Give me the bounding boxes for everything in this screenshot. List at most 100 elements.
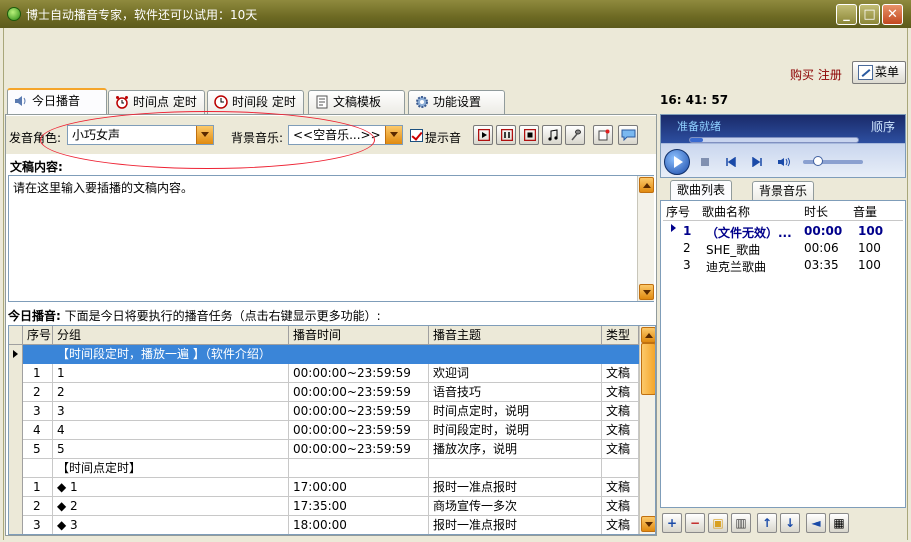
music-button[interactable]: [542, 125, 562, 145]
progress-bar[interactable]: [689, 137, 859, 143]
schedule-grid[interactable]: 序号 分组 播音时间 播音主题 类型 【时间段定时，播放一遍 】（软件介绍） 1 1…: [8, 325, 656, 535]
today-label-title: 今日播音:: [8, 309, 61, 323]
volume-icon[interactable]: [777, 157, 791, 167]
table-row[interactable]: 3 3 00:00:00~23:59:59 时间点定时，说明 文稿: [9, 402, 639, 421]
display-settings-button[interactable]: ▦: [829, 513, 849, 533]
stop-icon[interactable]: [700, 157, 710, 167]
speaker-icon: [15, 96, 26, 106]
voice-select[interactable]: 小巧女声: [67, 125, 214, 145]
scroll-down-icon[interactable]: [639, 284, 654, 300]
chevron-down-icon[interactable]: [385, 126, 402, 144]
voice-label: 发音角色:: [9, 131, 62, 145]
clock-display: 16: 41: 57: [660, 93, 729, 107]
alarm-clock-icon: [116, 96, 128, 109]
song-list[interactable]: 序号 歌曲名称 时长 音量 1 （文件无效）... 00:00 100 2 SHE_歌曲 0…: [660, 200, 906, 508]
volume-knob[interactable]: [813, 156, 823, 166]
table-cell-no: 5: [23, 440, 53, 459]
table-row[interactable]: 2 2 00:00:00~23:59:59 语音技巧 文稿: [9, 383, 639, 402]
buy-register-link[interactable]: 购买 注册: [790, 66, 842, 83]
tab-time-point[interactable]: 时间点 定时: [108, 90, 205, 114]
column-header[interactable]: 播音时间: [289, 326, 429, 345]
edit-document-button[interactable]: [593, 125, 613, 145]
document-icon: [316, 95, 328, 109]
song-column-header[interactable]: 歌曲名称: [702, 203, 750, 220]
table-row[interactable]: 1 ◆ 1 17:00:00 报时一准点报时 文稿: [9, 478, 639, 497]
column-header[interactable]: 播音主题: [429, 326, 602, 345]
song-column-header[interactable]: 音量: [853, 203, 877, 220]
song-volume-button[interactable]: ◄: [806, 513, 826, 533]
prompt-label: 提示音: [425, 131, 462, 145]
table-row[interactable]: 4 4 00:00:00~23:59:59 时间段定时，说明 文稿: [9, 421, 639, 440]
current-row-icon: [13, 350, 18, 358]
column-header[interactable]: 序号: [23, 326, 53, 345]
menu-button[interactable]: 菜单: [852, 61, 906, 84]
remove-song-button[interactable]: −: [685, 513, 705, 533]
maximize-button[interactable]: □: [859, 4, 880, 25]
scroll-thumb[interactable]: [641, 343, 655, 395]
move-down-button[interactable]: ↓: [780, 513, 800, 533]
content-scrollbar[interactable]: [637, 176, 654, 301]
song-row[interactable]: 2 SHE_歌曲 00:06 100: [661, 240, 905, 257]
microphone-button[interactable]: [565, 125, 585, 145]
table-cell-topic: 欢迎词: [429, 364, 602, 383]
tab-song-list[interactable]: 歌曲列表: [670, 180, 733, 201]
add-folder-button[interactable]: ▣: [708, 513, 728, 533]
column-header[interactable]: 类型: [602, 326, 639, 345]
previous-icon[interactable]: [726, 157, 736, 167]
table-row[interactable]: 5 5 00:00:00~23:59:59 播放次序，说明 文稿: [9, 440, 639, 459]
tab-today[interactable]: 今日播音: [7, 88, 107, 115]
grid-header-indicator: [9, 326, 23, 345]
song-column-header[interactable]: 序号: [666, 203, 690, 220]
prompt-checkbox[interactable]: [410, 129, 423, 142]
edit-document-icon: [598, 129, 610, 141]
content-textarea[interactable]: 请在这里输入要插播的文稿内容。: [8, 175, 654, 302]
bgm-select[interactable]: <<空音乐...>>: [288, 125, 403, 145]
play-button[interactable]: [473, 125, 493, 145]
song-row[interactable]: 3 迪克兰歌曲 03:35 100: [661, 257, 905, 274]
scroll-down-icon[interactable]: [641, 516, 655, 532]
song-column-header[interactable]: 时长: [804, 203, 828, 220]
song-cell-duration: 03:35: [804, 258, 839, 272]
player-play-button[interactable]: [664, 149, 690, 175]
table-cell-time: 18:00:00: [289, 516, 429, 534]
arrow-up-icon: ↑: [761, 516, 773, 530]
stop-button[interactable]: [519, 125, 539, 145]
table-cell-time: [289, 459, 429, 478]
close-button[interactable]: ✕: [882, 4, 903, 25]
title-bar[interactable]: 博士自动播音专家，软件还可以试用：10天 _ □ ✕: [0, 0, 911, 28]
minimize-button[interactable]: _: [836, 4, 857, 25]
song-header-divider: [663, 220, 903, 221]
table-cell-time: 00:00:00~23:59:59: [289, 364, 429, 383]
row-indicator: [9, 497, 23, 516]
next-icon[interactable]: [752, 157, 762, 167]
table-cell-topic: 播放次序，说明: [429, 440, 602, 459]
pause-button[interactable]: [496, 125, 516, 145]
grid-scrollbar[interactable]: [639, 326, 655, 534]
row-indicator: [9, 345, 23, 364]
tab-time-range[interactable]: 时间段 定时: [207, 90, 304, 114]
menu-icon: [858, 65, 873, 80]
tab-label: 今日播音: [32, 94, 81, 108]
scroll-up-icon[interactable]: [639, 177, 654, 193]
scroll-up-icon[interactable]: [641, 327, 655, 343]
chevron-down-icon[interactable]: [196, 126, 213, 144]
tab-label: 功能设置: [433, 95, 482, 109]
tab-background-music[interactable]: 背景音乐: [752, 181, 815, 201]
song-row[interactable]: 1 （文件无效）... 00:00 100: [661, 223, 905, 240]
table-row[interactable]: 1 1 00:00:00~23:59:59 欢迎词 文稿: [9, 364, 639, 383]
column-header[interactable]: 分组: [53, 326, 289, 345]
chat-button[interactable]: [618, 125, 638, 145]
move-up-button[interactable]: ↑: [757, 513, 777, 533]
delete-button[interactable]: ▥: [731, 513, 751, 533]
table-row[interactable]: 2 ◆ 2 17:35:00 商场宣传一多次 文稿: [9, 497, 639, 516]
play-mode[interactable]: 顺序: [871, 118, 895, 135]
table-cell-topic: 商场宣传一多次: [429, 497, 602, 516]
tab-settings[interactable]: 功能设置: [408, 90, 505, 114]
volume-slider[interactable]: [803, 160, 863, 164]
add-song-button[interactable]: +: [662, 513, 682, 533]
tab-templates[interactable]: 文稿模板: [308, 90, 405, 114]
table-row[interactable]: 3 ◆ 3 18:00:00 报时一准点报时 文稿: [9, 516, 639, 534]
table-row[interactable]: 【时间段定时，播放一遍 】（软件介绍）: [9, 345, 639, 364]
table-cell-time: 00:00:00~23:59:59: [289, 383, 429, 402]
table-row[interactable]: 【时间点定时】: [9, 459, 639, 478]
